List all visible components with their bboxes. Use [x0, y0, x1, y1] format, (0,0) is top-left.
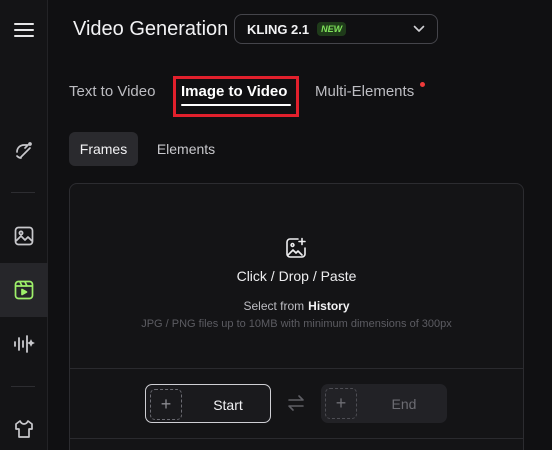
shirt-icon [15, 420, 33, 438]
end-frame-label: End [391, 396, 417, 412]
history-link[interactable]: History [308, 299, 349, 313]
file-requirements: JPG / PNG files up to 10MB with minimum … [141, 318, 452, 330]
divider [70, 368, 523, 369]
sidebar-item-video[interactable] [0, 263, 48, 317]
image-add-icon [286, 237, 306, 258]
swap-icon[interactable] [286, 394, 306, 412]
menu-button[interactable] [0, 3, 48, 57]
subtab-elements[interactable]: Elements [149, 132, 223, 166]
sidebar-divider [11, 386, 35, 387]
upload-instructions: Click / Drop / Paste [236, 268, 357, 284]
tab-multi-elements[interactable]: Multi-Elements [315, 83, 414, 100]
end-frame-button[interactable]: + End [321, 384, 447, 423]
image-icon [14, 226, 34, 246]
sidebar-item-audio[interactable] [0, 317, 48, 371]
video-icon [14, 280, 34, 300]
select-from-label: Select from [243, 299, 305, 313]
add-end-frame[interactable]: + [325, 388, 357, 419]
tab-text-to-video[interactable]: Text to Video [69, 83, 155, 100]
sidebar [0, 0, 48, 450]
magic-brush-icon [16, 142, 32, 159]
menu-icon [14, 23, 34, 37]
page-title: Video Generation [73, 18, 229, 40]
select-from-line: Select from History [69, 299, 524, 313]
sidebar-item-try-on[interactable] [0, 402, 48, 450]
sidebar-divider [11, 192, 35, 193]
new-badge: NEW [317, 22, 347, 36]
highlight-box [173, 76, 299, 117]
audio-wave-icon [14, 335, 35, 353]
model-name: KLING 2.1 [247, 21, 310, 37]
model-selector[interactable]: KLING 2.1 NEW [234, 14, 438, 44]
divider [70, 438, 523, 439]
sidebar-item-effects[interactable] [0, 124, 48, 178]
add-start-frame[interactable]: + [150, 389, 182, 420]
sidebar-item-image[interactable] [0, 209, 48, 263]
chevron-down-icon [413, 25, 425, 32]
notification-dot [420, 82, 425, 87]
subtab-frames[interactable]: Frames [69, 132, 138, 166]
start-frame-label: Start [213, 397, 243, 413]
start-frame-button[interactable]: + Start [145, 384, 271, 423]
